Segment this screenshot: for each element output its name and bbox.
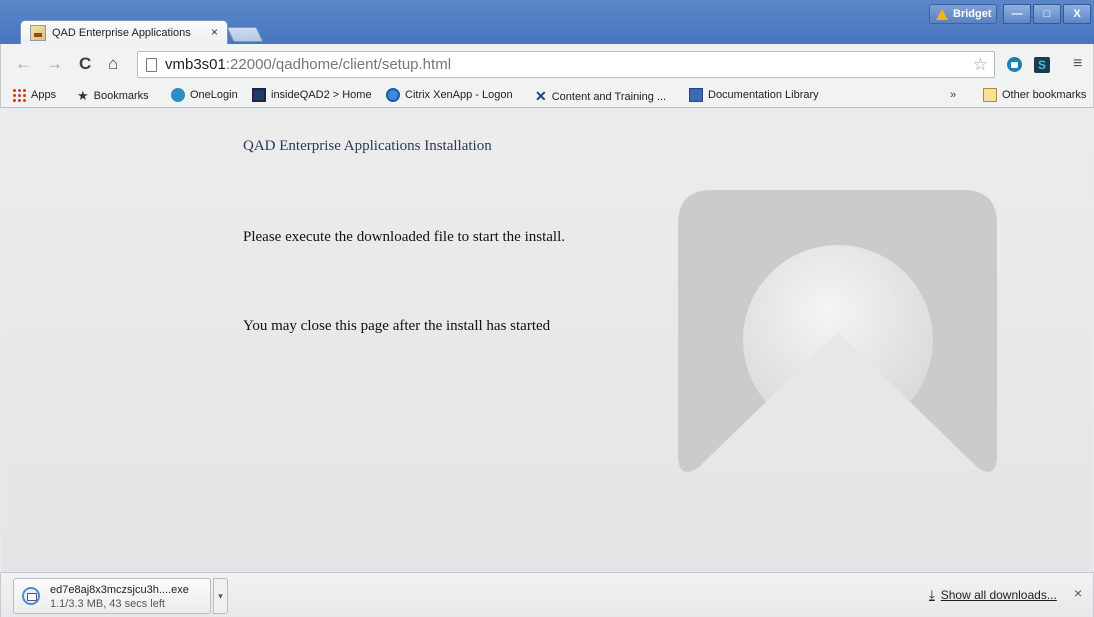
bookmark-bookmarks[interactable]: ★ Bookmarks [77,88,149,104]
bookmark-label: Citrix XenApp - Logon [405,89,513,101]
new-tab-button[interactable] [226,27,264,42]
tab-title: QAD Enterprise Applications [52,26,191,39]
menu-icon[interactable]: ≡ [1073,55,1082,73]
page-title: QAD Enterprise Applications Installation [243,138,492,154]
bookmark-onelogin[interactable]: OneLogin [171,88,238,102]
reload-icon[interactable]: C [79,54,91,74]
bookmarks-bar: Apps ★ Bookmarks OneLogin insideQAD2 > H… [0,84,1094,108]
download-filename: ed7e8aj8x3mczsjcu3h....exe [50,584,189,596]
window-titlebar: QAD Enterprise Applications × Bridget — … [0,0,1094,44]
back-arrow-icon[interactable]: ← [15,54,32,74]
bookmarks-overflow-icon[interactable]: » [950,89,956,101]
download-status: 1.1/3.3 MB, 43 secs left [50,598,165,610]
qad-logo-watermark [678,190,997,472]
profile-name: Bridget [953,8,992,20]
browser-toolbar: ← → C ⌂ vmb3s01:22000/qadhome/client/set… [0,44,1094,84]
close-download-shelf-icon[interactable]: × [1074,585,1082,601]
documentation-icon [689,88,703,102]
bookmark-label: Documentation Library [708,89,819,101]
bookmark-apps[interactable]: Apps [12,88,56,102]
lastpass-extension-icon[interactable] [1007,57,1022,72]
onelogin-icon [171,88,185,102]
window-controls: — □ X [1003,4,1091,24]
close-page-message: You may close this page after the instal… [243,318,551,334]
warning-icon [936,8,948,20]
star-icon: ★ [77,88,89,103]
bookmark-label: Apps [31,89,57,101]
bookmark-label: Content and Training ... [551,90,667,103]
other-bookmarks-label: Other bookmarks [1002,89,1087,101]
content-training-icon: ✕ [535,88,547,104]
url-host: vmb3s01 [165,56,226,73]
profile-button[interactable]: Bridget [929,4,997,24]
bookmark-content-training[interactable]: ✕ Content and Training ... [535,88,666,105]
close-window-button[interactable]: X [1063,4,1091,24]
download-shelf: ed7e8aj8x3mczsjcu3h....exe 1.1/3.3 MB, 4… [0,572,1094,617]
show-all-label: Show all downloads... [940,588,1057,602]
bookmark-documentation[interactable]: Documentation Library [689,88,819,102]
bookmark-insideqad[interactable]: insideQAD2 > Home [252,88,372,102]
forward-arrow-icon[interactable]: → [46,54,63,74]
other-bookmarks[interactable]: Other bookmarks [983,88,1086,102]
bookmark-label: Bookmarks [93,90,149,102]
apps-grid-icon [12,88,26,102]
insideqad-icon [252,88,266,102]
home-icon[interactable]: ⌂ [108,54,118,74]
download-arrow-icon: ⤓ [929,587,935,602]
show-all-downloads-link[interactable]: ⤓ Show all downloads... [929,587,1057,603]
s-extension-icon[interactable]: S [1034,57,1050,73]
maximize-button[interactable]: □ [1033,4,1061,24]
tab-qad-enterprise[interactable]: QAD Enterprise Applications × [20,20,228,44]
bookmark-citrix[interactable]: Citrix XenApp - Logon [386,88,513,102]
instruction-message: Please execute the downloaded file to st… [243,229,565,245]
tab-close-icon[interactable]: × [211,25,218,39]
qad-favicon-icon [30,24,46,41]
download-progress-icon [22,587,40,605]
citrix-icon [386,88,400,102]
download-item[interactable]: ed7e8aj8x3mczsjcu3h....exe 1.1/3.3 MB, 4… [13,578,211,614]
folder-icon [983,88,997,102]
bookmark-star-icon[interactable]: ☆ [973,55,988,75]
page-icon [146,57,157,72]
bookmark-label: OneLogin [190,89,238,101]
address-bar[interactable]: vmb3s01:22000/qadhome/client/setup.html … [137,51,995,78]
minimize-button[interactable]: — [1003,4,1031,24]
bookmark-label: insideQAD2 > Home [271,89,372,101]
download-menu-button[interactable]: ▾ [213,578,228,614]
url-path: :22000/qadhome/client/setup.html [225,56,452,73]
